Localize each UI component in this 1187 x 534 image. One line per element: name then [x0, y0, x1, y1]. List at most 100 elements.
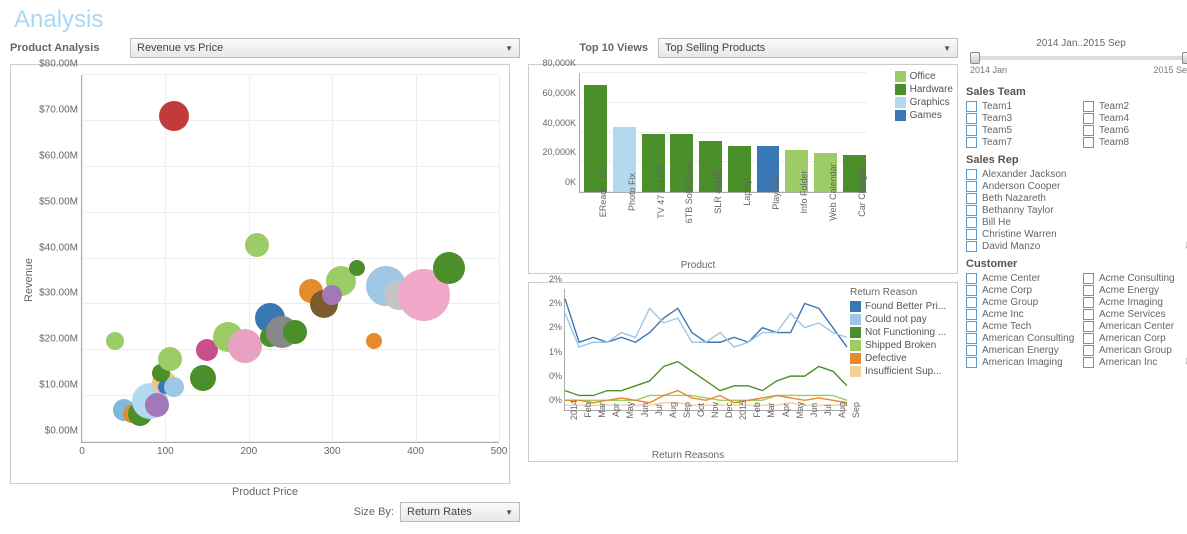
scatter-y-tick: $80.00M [39, 59, 82, 70]
legend-item[interactable]: Games [895, 110, 953, 121]
checkbox-icon [966, 321, 977, 332]
checkbox-item[interactable]: American Energy [966, 345, 1079, 356]
checkbox-item[interactable]: Bethanny Taylor [966, 205, 1187, 216]
scatter-x-tick: 0 [79, 442, 85, 457]
bubble[interactable] [366, 333, 382, 349]
bubble[interactable] [159, 101, 189, 131]
legend-item[interactable]: Shipped Broken [850, 340, 955, 351]
checkbox-item[interactable]: Team3 [966, 113, 1079, 124]
checkbox-icon [966, 205, 977, 216]
time-range-label: 2014 Jan..2015 Sep [966, 38, 1187, 49]
checkbox-item[interactable]: Beth Nazareth [966, 193, 1187, 204]
size-by-dropdown[interactable]: Return Rates [400, 502, 520, 522]
checkbox-icon [966, 285, 977, 296]
checkbox-icon [966, 113, 977, 124]
checkbox-item[interactable]: Team7 [966, 137, 1079, 148]
scatter-y-label: Revenue [23, 258, 35, 302]
checkbox-item[interactable]: Anderson Cooper [966, 181, 1187, 192]
line-chart: 0%0%1%2%2%2%2014FebMarAprMayJunJulAugSep… [528, 282, 958, 462]
checkbox-item[interactable]: American Inc [1083, 357, 1187, 368]
checkbox-item[interactable]: Acme Tech [966, 321, 1079, 332]
checkbox-item[interactable]: Team8 [1083, 137, 1187, 148]
bubble[interactable] [349, 260, 365, 276]
checkbox-item[interactable]: David Manzo [966, 241, 1187, 252]
checkbox-item[interactable]: Team1 [966, 101, 1079, 112]
time-thumb-start[interactable] [970, 52, 980, 64]
checkbox-item[interactable]: American Group [1083, 345, 1187, 356]
customer-scroll-down-icon[interactable]: ⇩ [1184, 357, 1187, 368]
checkbox-item[interactable]: Team2 [1083, 101, 1187, 112]
checkbox-item[interactable]: Acme Imaging [1083, 297, 1187, 308]
checkbox-item[interactable]: Acme Consulting [1083, 273, 1187, 284]
legend-item[interactable]: Defective [850, 353, 955, 364]
size-by-row: Size By: Return Rates [10, 502, 520, 522]
bubble[interactable] [245, 233, 269, 257]
checkbox-item[interactable]: American Imaging [966, 357, 1079, 368]
bubble[interactable] [190, 365, 216, 391]
sales-rep-scroll-down-icon[interactable]: ⇩ [1184, 241, 1187, 252]
checkbox-item[interactable]: Acme Center [966, 273, 1079, 284]
bubble[interactable] [158, 347, 182, 371]
bubble[interactable] [228, 329, 262, 363]
checkbox-icon [1083, 297, 1094, 308]
checkbox-item[interactable]: American Corp [1083, 333, 1187, 344]
checkbox-item[interactable]: Bill He [966, 217, 1187, 228]
line-x-tick: Feb [579, 402, 593, 418]
line-x-tick: Jun [636, 403, 650, 418]
bubble[interactable] [283, 320, 307, 344]
bubble[interactable] [145, 393, 169, 417]
center-panel: Top 10 Views Top Selling Products 0K20,0… [528, 38, 958, 522]
bubble[interactable] [433, 252, 465, 284]
checkbox-item[interactable]: Acme Group [966, 297, 1079, 308]
line-x-tick: Nov [706, 402, 720, 418]
line-y-tick: 2% [549, 274, 565, 284]
line-x-tick: Oct [692, 403, 706, 417]
line-series[interactable] [565, 362, 847, 396]
legend-item[interactable]: Graphics [895, 97, 953, 108]
bar-x-tick: TV 47 in LED [652, 165, 666, 219]
checkbox-icon [1083, 333, 1094, 344]
customer-title: Customer [966, 258, 1187, 270]
bubble[interactable] [106, 332, 124, 350]
bar-x-tick: Car Charger [853, 167, 867, 217]
checkbox-item[interactable]: Alexander Jackson [966, 169, 1187, 180]
checkbox-item[interactable]: Acme Services [1083, 309, 1187, 320]
line-series[interactable] [565, 308, 847, 347]
checkbox-item[interactable]: Acme Inc [966, 309, 1079, 320]
checkbox-item[interactable]: American Center [1083, 321, 1187, 332]
scatter-y-tick: $30.00M [39, 288, 82, 299]
bar-x-tick: Info Folder [795, 170, 809, 213]
line-x-tick: Mar [593, 402, 607, 418]
checkbox-icon [966, 101, 977, 112]
product-analysis-dropdown[interactable]: Revenue vs Price [130, 38, 520, 58]
time-slider[interactable]: 2014 Jan..2015 Sep 2014 Jan 2015 Sep [966, 38, 1187, 78]
checkbox-icon [1083, 321, 1094, 332]
checkbox-item[interactable]: Team5 [966, 125, 1079, 136]
legend-item[interactable]: Insufficient Sup... [850, 366, 955, 377]
sales-rep-title: Sales Rep [966, 154, 1187, 166]
legend-item[interactable]: Could not pay [850, 314, 955, 325]
time-thumb-end[interactable] [1182, 52, 1187, 64]
top10-dropdown[interactable]: Top Selling Products [658, 38, 958, 58]
line-x-label: Return Reasons [529, 450, 847, 461]
line-x-tick: Jul [819, 404, 833, 416]
checkbox-item[interactable]: Team4 [1083, 113, 1187, 124]
bubble[interactable] [322, 285, 342, 305]
line-series[interactable] [565, 299, 847, 347]
time-start: 2014 Jan [970, 65, 1007, 75]
checkbox-item[interactable]: Team6 [1083, 125, 1187, 136]
checkbox-item[interactable]: Christine Warren [966, 229, 1187, 240]
filter-panel: 2014 Jan..2015 Sep 2014 Jan 2015 Sep Sal… [966, 38, 1187, 522]
scatter-x-tick: 400 [407, 442, 424, 457]
checkbox-icon [1083, 137, 1094, 148]
checkbox-icon [1083, 273, 1094, 284]
legend-item[interactable]: Not Functioning ... [850, 327, 955, 338]
legend-item[interactable]: Office [895, 71, 953, 82]
line-y-tick: 0% [549, 395, 565, 405]
checkbox-item[interactable]: American Consulting [966, 333, 1079, 344]
checkbox-item[interactable]: Acme Energy [1083, 285, 1187, 296]
legend-item[interactable]: Found Better Pri... [850, 301, 955, 312]
legend-item[interactable]: Hardware [895, 84, 953, 95]
checkbox-icon [966, 309, 977, 320]
checkbox-item[interactable]: Acme Corp [966, 285, 1079, 296]
